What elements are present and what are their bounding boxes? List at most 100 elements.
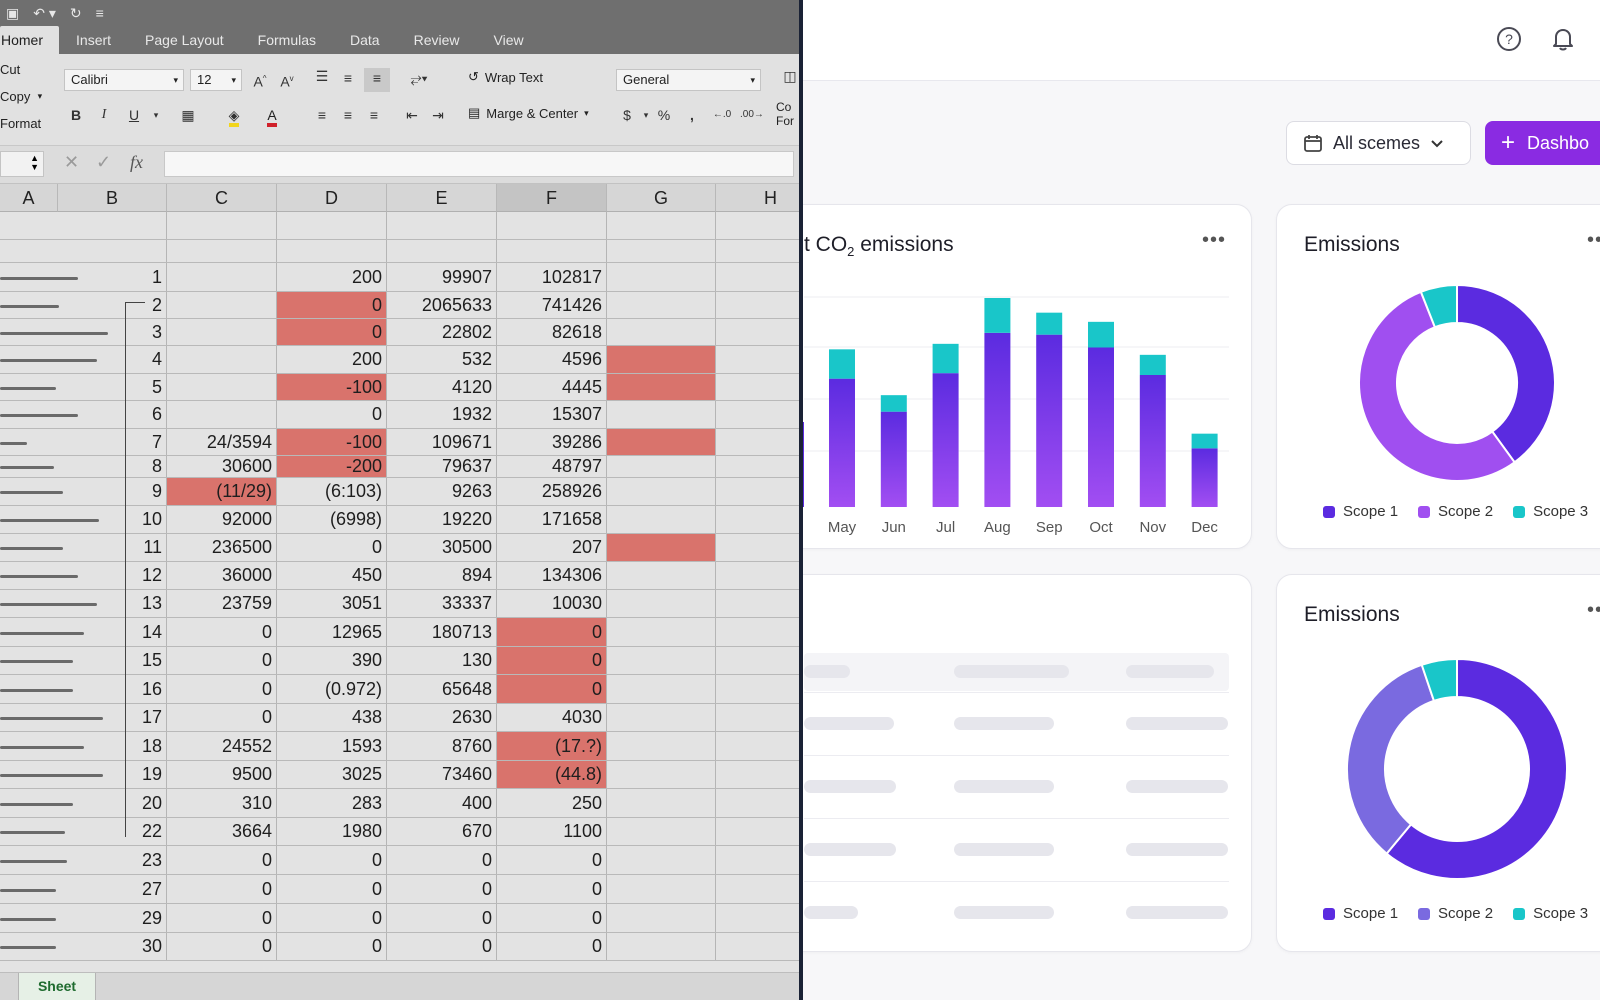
- align-right-icon[interactable]: ≡: [364, 105, 384, 125]
- cell-h[interactable]: [716, 478, 799, 505]
- decrease-font-icon[interactable]: Av: [277, 69, 297, 90]
- save-icon[interactable]: ▣: [6, 0, 19, 26]
- cell-f[interactable]: 39286: [497, 429, 607, 455]
- cell-d[interactable]: 200: [277, 346, 387, 373]
- conditional-format-icon[interactable]: ◫: [780, 66, 799, 86]
- cell-b[interactable]: 19: [58, 761, 167, 788]
- cut-button[interactable]: Cut: [0, 62, 20, 77]
- cell-b[interactable]: 4: [58, 346, 167, 373]
- increase-indent-icon[interactable]: ⇥: [428, 105, 448, 125]
- cell-b[interactable]: 2: [58, 292, 167, 318]
- bar-scope1-nov[interactable]: [1139, 375, 1166, 507]
- font-color-icon[interactable]: A: [262, 105, 282, 127]
- cell-b[interactable]: 1: [58, 263, 167, 291]
- cell-d[interactable]: 1980: [277, 818, 387, 845]
- cell-h[interactable]: [716, 647, 799, 674]
- cell-g[interactable]: [607, 401, 716, 428]
- currency-dropdown-icon[interactable]: ▾: [636, 105, 656, 125]
- cell-f[interactable]: 82618: [497, 319, 607, 345]
- align-center-icon[interactable]: ≡: [338, 105, 358, 125]
- decrease-indent-icon[interactable]: ⇤: [402, 105, 422, 125]
- cell-f[interactable]: 0: [497, 647, 607, 674]
- bar-scope3-jun[interactable]: [880, 395, 907, 412]
- cell-e[interactable]: 99907: [387, 263, 497, 291]
- cell-h[interactable]: [716, 346, 799, 373]
- cell-h[interactable]: [716, 292, 799, 318]
- tab-view[interactable]: View: [477, 26, 541, 54]
- column-header-f[interactable]: F: [497, 184, 607, 212]
- cell-c[interactable]: 24/3594: [167, 429, 277, 455]
- cell-f[interactable]: 4445: [497, 374, 607, 400]
- number-format-dropdown[interactable]: General ▾: [616, 69, 761, 91]
- cell-b[interactable]: 23: [58, 846, 167, 874]
- cell-e[interactable]: 0: [387, 933, 497, 960]
- cell-c[interactable]: 0: [167, 618, 277, 646]
- column-header-g[interactable]: G: [607, 184, 716, 212]
- currency-icon[interactable]: $: [617, 105, 637, 125]
- cell-f[interactable]: 10030: [497, 590, 607, 617]
- cell-c[interactable]: 0: [167, 675, 277, 703]
- cell-g[interactable]: [607, 647, 716, 674]
- font-size-dropdown[interactable]: 12 ▾: [190, 69, 242, 91]
- tab-home[interactable]: Homer: [0, 26, 60, 54]
- cell-d[interactable]: 200: [277, 263, 387, 291]
- cell-d[interactable]: 0: [277, 904, 387, 932]
- increase-font-icon[interactable]: A^: [250, 69, 270, 90]
- cell-g[interactable]: [607, 904, 716, 932]
- cell-g[interactable]: [607, 292, 716, 318]
- cell-h[interactable]: [716, 590, 799, 617]
- cell-f[interactable]: 171658: [497, 506, 607, 533]
- row-group-bracket[interactable]: [125, 302, 145, 837]
- cell-c[interactable]: [167, 346, 277, 373]
- cell[interactable]: [607, 240, 716, 262]
- cell[interactable]: [387, 212, 497, 239]
- cell-d[interactable]: 450: [277, 562, 387, 589]
- wrap-text-button[interactable]: ↺ Wrap Text: [468, 69, 543, 85]
- borders-icon[interactable]: ▦: [178, 105, 198, 125]
- donut-slice-scope2[interactable]: [1346, 663, 1436, 855]
- bar-scope3-aug[interactable]: [984, 298, 1011, 333]
- cell-e[interactable]: 109671: [387, 429, 497, 455]
- cell[interactable]: [277, 240, 387, 262]
- cell-f[interactable]: 4596: [497, 346, 607, 373]
- cell-f[interactable]: 0: [497, 675, 607, 703]
- cell-f[interactable]: 258926: [497, 478, 607, 505]
- cell-g[interactable]: [607, 506, 716, 533]
- cell-d[interactable]: 438: [277, 704, 387, 731]
- name-box[interactable]: ▲ ▼: [0, 151, 44, 177]
- cell-c[interactable]: 92000: [167, 506, 277, 533]
- cell-e[interactable]: 2065633: [387, 292, 497, 318]
- cell-f[interactable]: 1100: [497, 818, 607, 845]
- cell-e[interactable]: 0: [387, 904, 497, 932]
- bar-scope1-jun[interactable]: [880, 411, 907, 507]
- cell-b[interactable]: 10: [58, 506, 167, 533]
- cell-f[interactable]: (17.?): [497, 732, 607, 760]
- scene-filter-dropdown[interactable]: All scemes: [1286, 121, 1471, 165]
- cell-f[interactable]: 134306: [497, 562, 607, 589]
- function-icon[interactable]: fx: [130, 152, 143, 173]
- orientation-icon[interactable]: ⥂▾: [404, 68, 434, 88]
- cell-d[interactable]: 3025: [277, 761, 387, 788]
- cell-d[interactable]: 283: [277, 789, 387, 817]
- cell-b[interactable]: 12: [58, 562, 167, 589]
- cell-g[interactable]: [607, 618, 716, 646]
- cell-c[interactable]: 236500: [167, 534, 277, 561]
- merge-center-button[interactable]: ▤ Marge & Center ▾: [468, 105, 589, 121]
- cell-g[interactable]: [607, 846, 716, 874]
- cell-c[interactable]: 24552: [167, 732, 277, 760]
- formula-input[interactable]: [164, 151, 794, 177]
- cell-c[interactable]: [167, 374, 277, 400]
- cell-h[interactable]: [716, 732, 799, 760]
- redo-icon[interactable]: ↻: [70, 0, 82, 26]
- cell-c[interactable]: 0: [167, 875, 277, 903]
- column-header-e[interactable]: E: [387, 184, 497, 212]
- cell-h[interactable]: [716, 875, 799, 903]
- tab-formulas[interactable]: Formulas: [241, 26, 333, 54]
- cell-f[interactable]: 102817: [497, 263, 607, 291]
- cell-h[interactable]: [716, 933, 799, 960]
- fill-color-icon[interactable]: ◈: [224, 105, 244, 127]
- cell-c[interactable]: [167, 319, 277, 345]
- cell-h[interactable]: [716, 401, 799, 428]
- format-painter-button[interactable]: Format: [0, 116, 41, 131]
- cell-f[interactable]: 15307: [497, 401, 607, 428]
